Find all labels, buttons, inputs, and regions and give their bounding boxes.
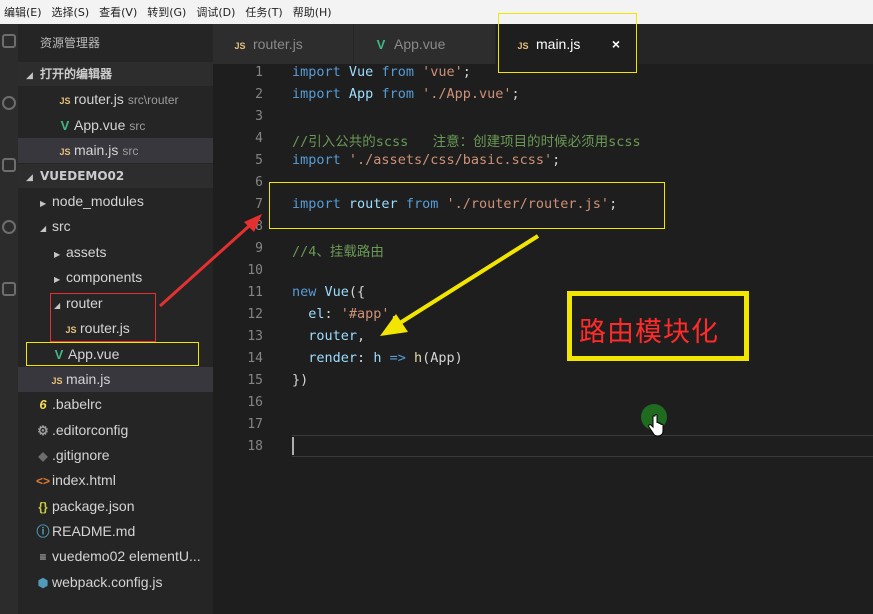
router-folder-highlight-box bbox=[50, 293, 156, 342]
tree-item[interactable]: ▶ node_modules bbox=[18, 189, 213, 214]
line-number: 15 bbox=[247, 373, 263, 388]
tree-item[interactable]: {} package.json bbox=[18, 494, 213, 519]
line-number: 8 bbox=[255, 219, 263, 234]
line-number: 7 bbox=[255, 197, 263, 212]
tree-item[interactable]: JS main.js bbox=[18, 367, 213, 392]
menu-selection[interactable]: 选择(S) bbox=[48, 4, 96, 20]
open-editor-router-js[interactable]: JS router.js src\router bbox=[18, 87, 213, 112]
menu-goto[interactable]: 转到(G) bbox=[143, 4, 192, 20]
chevron-right-icon: ▶ bbox=[40, 199, 47, 208]
search-icon[interactable] bbox=[2, 96, 16, 110]
current-line-highlight bbox=[292, 435, 873, 457]
text-file-icon: ≡ bbox=[39, 550, 47, 564]
git-icon: ◆ bbox=[38, 449, 48, 463]
open-editor-app-vue[interactable]: V App.vue src bbox=[18, 113, 213, 138]
chevron-down-icon: ◢ bbox=[26, 71, 33, 81]
tree-item[interactable]: ◆ .gitignore bbox=[18, 443, 213, 468]
code-line: import App from './App.vue'; bbox=[292, 86, 520, 102]
tree-item[interactable]: ▶ assets bbox=[18, 240, 213, 265]
callout-text: 路由模块化 bbox=[579, 317, 719, 348]
code-line: router, bbox=[308, 328, 366, 344]
code-line: import Vue from 'vue'; bbox=[292, 64, 471, 80]
html-icon: <> bbox=[35, 474, 50, 488]
tree-item[interactable]: ▶ components bbox=[18, 265, 213, 290]
webpack-icon: ⬢ bbox=[37, 576, 49, 590]
menu-debug[interactable]: 调试(D) bbox=[192, 4, 241, 20]
chevron-right-icon: ▶ bbox=[54, 250, 61, 259]
tree-item[interactable]: ◢ src bbox=[18, 214, 213, 239]
vue-icon: V bbox=[60, 118, 70, 133]
import-router-highlight-box bbox=[269, 182, 665, 229]
callout-box: 路由模块化 bbox=[567, 291, 749, 361]
code-line: el: '#app', bbox=[308, 306, 398, 322]
open-editors-header[interactable]: ◢ 打开的编辑器 bbox=[18, 62, 213, 86]
code-comment: //4、挂载路由 bbox=[292, 244, 384, 260]
open-editor-main-js[interactable]: JS main.js src bbox=[18, 138, 213, 163]
menu-edit[interactable]: 编辑(E) bbox=[0, 4, 48, 20]
activity-bar bbox=[0, 24, 18, 614]
line-number: 17 bbox=[247, 417, 263, 432]
js-icon: JS bbox=[59, 147, 71, 157]
js-icon: JS bbox=[234, 41, 246, 51]
line-number: 9 bbox=[255, 241, 263, 256]
js-icon: JS bbox=[59, 96, 71, 106]
chevron-down-icon: ◢ bbox=[40, 224, 47, 233]
explorer-title: 资源管理器 bbox=[40, 36, 101, 50]
line-number: 4 bbox=[255, 131, 263, 146]
json-icon: {} bbox=[38, 500, 48, 514]
tree-item[interactable]: ⓘ README.md bbox=[18, 519, 213, 544]
line-number: 2 bbox=[255, 87, 263, 102]
tab-highlight-box bbox=[498, 13, 637, 73]
tree-item[interactable]: <> index.html bbox=[18, 468, 213, 493]
tree-item[interactable]: ≡ vuedemo02 elementU... bbox=[18, 544, 213, 569]
hand-cursor-icon bbox=[648, 414, 664, 437]
line-number: 3 bbox=[255, 109, 263, 124]
line-number: 12 bbox=[247, 307, 263, 322]
menu-tasks[interactable]: 任务(T) bbox=[241, 4, 288, 20]
code-line: render: h => h(App) bbox=[308, 350, 463, 366]
info-icon: ⓘ bbox=[36, 524, 50, 539]
babel-icon: 6 bbox=[39, 397, 47, 412]
code-line: import './assets/css/basic.scss'; bbox=[292, 152, 561, 168]
app-vue-highlight-box bbox=[26, 342, 199, 366]
debug-icon[interactable] bbox=[2, 220, 16, 234]
text-caret bbox=[292, 437, 294, 455]
code-line: new Vue({ bbox=[292, 284, 366, 300]
chevron-down-icon: ◢ bbox=[26, 173, 33, 183]
code-comment: //引入公共的scss 注意：创建项目的时候必须用scss bbox=[292, 134, 641, 150]
gear-icon: ⚙ bbox=[37, 423, 49, 438]
chevron-right-icon: ▶ bbox=[54, 275, 61, 284]
line-number: 13 bbox=[247, 329, 263, 344]
tree-item[interactable]: 6 .babelrc bbox=[18, 392, 213, 417]
code-editor[interactable]: 1 2 3 4 5 6 7 8 9 10 11 12 13 14 15 16 1… bbox=[213, 64, 873, 614]
menu-view[interactable]: 查看(V) bbox=[95, 4, 143, 20]
tab-router-js[interactable]: JS router.js bbox=[213, 24, 353, 64]
tree-item[interactable]: ⚙ .editorconfig bbox=[18, 418, 213, 443]
project-header[interactable]: ◢ VUEDEMO02 bbox=[18, 164, 213, 188]
menu-help[interactable]: 帮助(H) bbox=[289, 4, 338, 20]
line-number: 18 bbox=[247, 439, 263, 454]
line-number: 11 bbox=[247, 285, 263, 300]
code-line: }) bbox=[292, 372, 309, 388]
extensions-icon[interactable] bbox=[2, 282, 16, 296]
explorer-icon[interactable] bbox=[2, 34, 16, 48]
line-number: 16 bbox=[247, 395, 263, 410]
line-number: 14 bbox=[247, 351, 263, 366]
vue-icon: V bbox=[376, 37, 386, 52]
js-icon: JS bbox=[51, 376, 63, 386]
menu-bar: 编辑(E) 选择(S) 查看(V) 转到(G) 调试(D) 任务(T) 帮助(H… bbox=[0, 0, 873, 24]
line-number: 1 bbox=[255, 65, 263, 80]
tab-app-vue[interactable]: V App.vue bbox=[354, 24, 495, 64]
line-number: 10 bbox=[247, 263, 263, 278]
source-control-icon[interactable] bbox=[2, 158, 16, 172]
tree-item[interactable]: ⬢ webpack.config.js bbox=[18, 570, 213, 595]
line-number: 6 bbox=[255, 175, 263, 190]
line-number: 5 bbox=[255, 153, 263, 168]
